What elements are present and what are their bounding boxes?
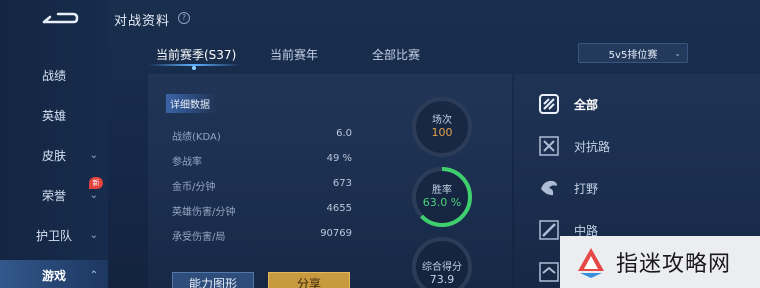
chevron-down-icon: ⌄ bbox=[89, 189, 98, 201]
tab-current-season[interactable]: 当前赛季(S37) bbox=[156, 46, 236, 63]
jungle-icon bbox=[541, 180, 557, 196]
match-mode-value: 5v5排位赛 bbox=[608, 49, 658, 61]
watermark: 指迷攻略网 bbox=[560, 236, 760, 288]
stat-value: 49 % bbox=[326, 153, 352, 164]
chevron-up-icon: ⌃ bbox=[89, 269, 98, 281]
back-arrow-icon bbox=[42, 12, 79, 24]
mid-lane-icon bbox=[539, 220, 559, 240]
sidebar-item-guard-team[interactable]: 护卫队 ⌄ bbox=[0, 220, 108, 250]
sidebar-item-skins[interactable]: 皮肤 ⌄ bbox=[0, 140, 108, 170]
winrate-value: 63.0 % bbox=[422, 196, 462, 209]
sidebar-item-label: 英雄 bbox=[41, 108, 66, 123]
stat-label: 承受伤害/局 bbox=[172, 232, 226, 243]
matches-value: 100 bbox=[431, 126, 453, 139]
watermark-text: 指迷攻略网 bbox=[616, 252, 732, 277]
tab-all-matches[interactable]: 全部比赛 bbox=[372, 46, 420, 63]
stat-row: 参战率 49 % bbox=[172, 153, 352, 169]
role-label: 对抗路 bbox=[574, 139, 611, 154]
stat-value: 90769 bbox=[320, 228, 352, 239]
sidebar-item-label: 战绩 bbox=[41, 68, 66, 83]
stat-row: 金币/分钟 673 bbox=[172, 178, 352, 194]
share-button[interactable]: 分享 bbox=[268, 272, 350, 288]
new-badge: 新 bbox=[89, 177, 103, 189]
page-title: 对战资料 bbox=[114, 14, 171, 29]
sidebar-item-label: 荣誉 bbox=[41, 188, 66, 203]
matches-ring: 场次 100 bbox=[411, 96, 473, 158]
stat-label: 战绩(KDA) bbox=[172, 132, 221, 143]
role-item-all[interactable]: 全部 bbox=[538, 91, 688, 117]
tab-active-dot bbox=[192, 66, 196, 70]
score-ring: 综合得分 73.9 bbox=[411, 236, 473, 288]
sidebar: 战绩 英雄 皮肤 ⌄ 荣誉 ⌄ 新 护卫队 ⌄ 游戏 ⌃ bbox=[0, 0, 108, 288]
chevron-down-icon: ⌄ bbox=[89, 229, 98, 241]
winrate-title: 胜率 bbox=[432, 185, 452, 196]
role-label: 全部 bbox=[574, 97, 599, 112]
matches-title: 场次 bbox=[432, 115, 452, 126]
clash-lane-icon bbox=[539, 136, 559, 156]
sidebar-item-label: 护卫队 bbox=[35, 228, 72, 243]
role-icon bbox=[539, 262, 559, 282]
help-icon[interactable]: ? bbox=[178, 12, 190, 24]
chevron-down-icon: ⌄ bbox=[674, 48, 681, 58]
stat-row: 战绩(KDA) 6.0 bbox=[172, 128, 352, 144]
stat-label: 金币/分钟 bbox=[172, 182, 216, 193]
stat-row: 英雄伤害/分钟 4655 bbox=[172, 203, 352, 219]
score-value: 73.9 bbox=[429, 273, 455, 286]
sidebar-item-label: 游戏 bbox=[41, 268, 66, 283]
role-item-jungle[interactable]: 打野 bbox=[538, 175, 688, 201]
watermark-logo-icon bbox=[578, 248, 604, 278]
sidebar-item-label: 皮肤 bbox=[41, 148, 66, 163]
tab-current-year[interactable]: 当前赛年 bbox=[270, 46, 318, 63]
sidebar-item-stats[interactable]: 战绩 bbox=[0, 60, 108, 90]
stat-value: 6.0 bbox=[336, 128, 352, 139]
stat-row: 承受伤害/局 90769 bbox=[172, 228, 352, 244]
detail-data-label: 详细数据 bbox=[166, 94, 216, 113]
chevron-down-icon: ⌄ bbox=[89, 149, 98, 161]
all-roles-icon bbox=[539, 94, 559, 114]
score-title: 综合得分 bbox=[422, 262, 462, 273]
stat-value: 4655 bbox=[326, 203, 352, 214]
ability-chart-button[interactable]: 能力图形 bbox=[172, 272, 254, 288]
back-button[interactable] bbox=[40, 8, 80, 30]
sidebar-item-game[interactable]: 游戏 ⌃ bbox=[0, 260, 108, 288]
role-label: 打野 bbox=[574, 181, 599, 196]
winrate-ring: 胜率 63.0 % bbox=[411, 166, 473, 228]
stat-value: 673 bbox=[332, 178, 352, 189]
match-mode-select[interactable]: 5v5排位赛 ⌄ bbox=[578, 43, 688, 63]
role-item-clash-lane[interactable]: 对抗路 bbox=[538, 133, 688, 159]
stat-label: 英雄伤害/分钟 bbox=[172, 207, 236, 218]
stat-label: 参战率 bbox=[172, 157, 202, 168]
sidebar-item-heroes[interactable]: 英雄 bbox=[0, 100, 108, 130]
